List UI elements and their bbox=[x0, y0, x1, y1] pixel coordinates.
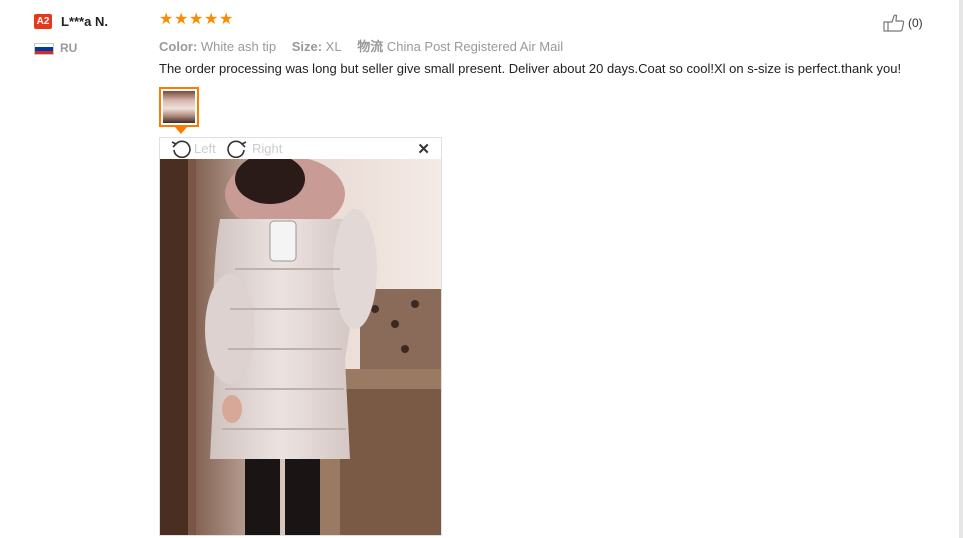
attr-value-size: XL bbox=[325, 39, 342, 54]
helpful-button[interactable]: (0) bbox=[883, 14, 923, 32]
star-icon: ★ bbox=[174, 11, 189, 28]
thumbs-up-icon bbox=[883, 14, 905, 32]
star-icon: ★ bbox=[189, 11, 204, 28]
level-badge: A2 bbox=[34, 14, 52, 29]
country-flag-icon bbox=[34, 43, 54, 55]
rotate-right-label: Right bbox=[252, 140, 283, 156]
review-text: The order processing was long but seller… bbox=[159, 61, 902, 76]
helpful-count: (0) bbox=[908, 16, 923, 30]
thumbnail-pointer bbox=[175, 127, 187, 134]
star-icon: ★ bbox=[219, 11, 234, 28]
review-photo bbox=[160, 159, 441, 535]
order-attributes: Color: White ash tip Size: XL 物流 China P… bbox=[159, 36, 575, 55]
reviewer-country: RU bbox=[60, 41, 78, 55]
image-viewer-toolbar: Left Right ✕ bbox=[160, 138, 441, 159]
scrollbar[interactable] bbox=[959, 0, 963, 538]
attr-value-shipping: China Post Registered Air Mail bbox=[386, 39, 564, 54]
rotate-left-label: Left bbox=[194, 140, 216, 156]
attr-key-color: Color: bbox=[159, 39, 198, 54]
rotate-left-button[interactable]: Left bbox=[170, 138, 216, 158]
review-photo-thumbnail[interactable] bbox=[159, 87, 199, 127]
attr-key-shipping: 物流 bbox=[357, 39, 384, 54]
close-icon[interactable]: ✕ bbox=[417, 140, 430, 158]
image-viewer: Left Right ✕ bbox=[159, 137, 442, 536]
star-icon: ★ bbox=[159, 11, 174, 28]
attr-key-size: Size: bbox=[291, 39, 323, 54]
rotate-left-icon bbox=[171, 140, 191, 158]
rotate-right-button[interactable]: Right bbox=[226, 138, 282, 158]
star-rating: ★ ★ ★ ★ ★ bbox=[159, 11, 234, 28]
attr-value-color: White ash tip bbox=[200, 39, 277, 54]
star-icon: ★ bbox=[204, 11, 219, 28]
rotate-right-icon bbox=[227, 140, 247, 158]
reviewer-name: L***a N. bbox=[61, 14, 108, 29]
